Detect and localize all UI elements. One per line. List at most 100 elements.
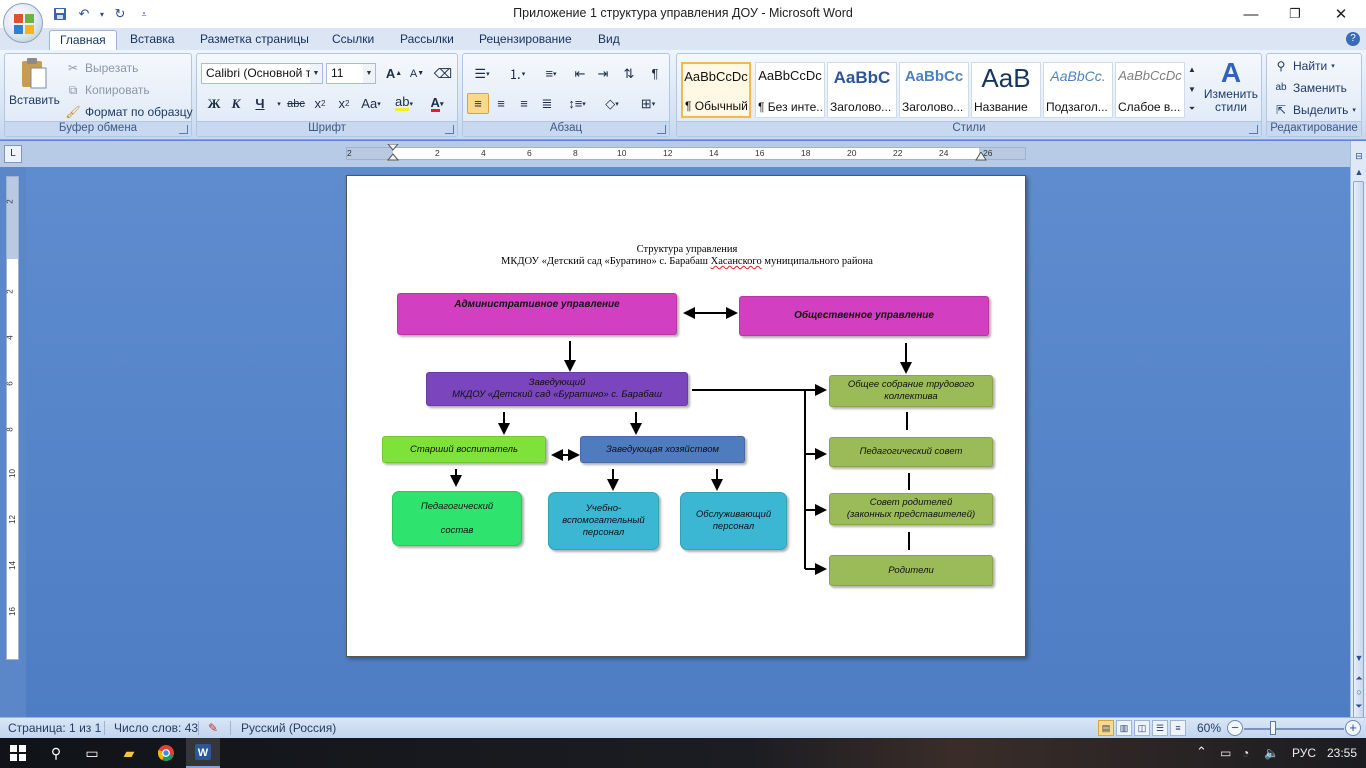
next-page-icon[interactable]: ⏷ <box>1352 699 1366 713</box>
decrease-indent-icon[interactable]: ⇤ <box>569 63 591 84</box>
italic-icon[interactable]: К <box>225 93 247 114</box>
change-styles-button[interactable]: A Изменить стили <box>1201 58 1261 114</box>
clear-formatting-icon[interactable]: ⌫ <box>432 63 454 84</box>
align-center-icon[interactable]: ≡ <box>490 93 512 114</box>
tab-page-layout[interactable]: Разметка страницы <box>190 30 319 50</box>
show-hidden-icons-icon[interactable]: ⌃ <box>1196 744 1207 760</box>
wifi-icon[interactable]: ◔ <box>1242 746 1249 760</box>
office-button[interactable] <box>3 3 43 43</box>
tab-mailings[interactable]: Рассылки <box>390 30 464 50</box>
zoom-slider[interactable] <box>1244 728 1344 730</box>
web-layout-icon[interactable]: ◫ <box>1134 720 1150 736</box>
strikethrough-icon[interactable]: abc <box>285 93 307 114</box>
multilevel-list-icon[interactable]: ≡ ▾ <box>536 63 566 84</box>
show-marks-icon[interactable]: ¶ <box>644 63 666 84</box>
restore-button[interactable]: ❐ <box>1272 0 1318 28</box>
sort-icon[interactable]: ⇅ <box>618 63 640 84</box>
font-name-dropdown-icon[interactable]: ▼ <box>310 64 322 83</box>
numbering-icon[interactable]: ⒈ ▾ <box>502 63 532 84</box>
bullets-icon[interactable]: ☰ ▾ <box>467 63 497 84</box>
volume-icon[interactable]: 🔈 <box>1264 746 1279 760</box>
bold-icon[interactable]: Ж <box>203 93 225 114</box>
style-title[interactable]: AaB Название <box>971 62 1041 118</box>
paste-button[interactable]: Вставить <box>9 57 60 107</box>
align-left-icon[interactable]: ≡ <box>467 93 489 114</box>
indent-marker-icon[interactable] <box>387 144 399 164</box>
format-painter-button[interactable]: 🖌 Формат по образцу <box>65 104 192 120</box>
zoom-level[interactable]: 60% <box>1197 721 1221 735</box>
file-explorer-icon[interactable]: ▰ <box>112 738 146 768</box>
shading-icon[interactable]: ◇ ▾ <box>597 93 627 114</box>
subscript-icon[interactable]: x2 <box>309 93 331 114</box>
tab-insert[interactable]: Вставка <box>120 30 185 50</box>
style-heading-1[interactable]: AaBbC Заголово... <box>827 62 897 118</box>
superscript-icon[interactable]: x2 <box>333 93 355 114</box>
search-icon[interactable]: ⚲ <box>38 738 74 768</box>
find-button[interactable]: ⚲ Найти ▾ <box>1273 58 1335 74</box>
outline-view-icon[interactable]: ☰ <box>1152 720 1168 736</box>
proofing-icon[interactable]: ✎ <box>208 721 218 735</box>
input-language[interactable]: РУС <box>1292 746 1316 760</box>
right-indent-marker-icon[interactable] <box>975 152 987 162</box>
word-count[interactable]: Число слов: 43 <box>114 721 198 735</box>
paragraph-launcher-icon[interactable] <box>657 125 666 134</box>
style-heading-2[interactable]: AaBbCc Заголово... <box>899 62 969 118</box>
language-indicator[interactable]: Русский (Россия) <box>241 721 336 735</box>
tab-review[interactable]: Рецензирование <box>469 30 582 50</box>
style-no-spacing[interactable]: AaBbCcDc ¶ Без инте... <box>755 62 825 118</box>
font-color-icon[interactable]: A ▾ <box>423 93 451 114</box>
styles-more-icon[interactable]: ⏷ <box>1186 100 1198 118</box>
scroll-up-icon[interactable]: ▲ <box>1352 165 1366 179</box>
font-size-dropdown-icon[interactable]: ▼ <box>363 64 375 83</box>
styles-scroll-up-icon[interactable]: ▲ <box>1186 60 1198 78</box>
chrome-icon[interactable] <box>148 738 184 768</box>
styles-scroll-down-icon[interactable]: ▼ <box>1186 80 1198 98</box>
select-button[interactable]: ⇱ Выделить ▾ <box>1273 102 1356 118</box>
shrink-font-icon[interactable]: A ▼ <box>406 63 428 84</box>
vertical-scrollbar[interactable]: ⊟ ▲ ▼ ⏶ ○ ⏷ <box>1350 141 1366 768</box>
page-count[interactable]: Страница: 1 из 1 <box>8 721 101 735</box>
draft-view-icon[interactable]: ≡ <box>1170 720 1186 736</box>
start-button[interactable] <box>0 738 36 768</box>
task-view-icon[interactable]: ▭ <box>74 738 110 768</box>
tab-view[interactable]: Вид <box>588 30 630 50</box>
replace-button[interactable]: ab Заменить <box>1273 80 1347 96</box>
scroll-down-icon[interactable]: ▼ <box>1352 651 1366 665</box>
previous-page-icon[interactable]: ⏶ <box>1352 671 1366 685</box>
style-normal[interactable]: AaBbCcDc ¶ Обычный <box>681 62 751 118</box>
vertical-ruler[interactable]: 2 2 4 6 8 10 12 14 16 <box>6 176 19 660</box>
tab-home[interactable]: Главная <box>49 30 117 50</box>
zoom-out-icon[interactable]: − <box>1227 720 1243 736</box>
print-layout-view-icon[interactable]: ▤ <box>1098 720 1114 736</box>
word-taskbar-icon[interactable]: W <box>186 738 220 768</box>
tab-selector-icon[interactable]: L <box>4 145 22 163</box>
select-browse-object-icon[interactable]: ○ <box>1352 685 1366 699</box>
clipboard-launcher-icon[interactable] <box>179 125 188 134</box>
tab-references[interactable]: Ссылки <box>322 30 384 50</box>
highlight-icon[interactable]: ab ▾ <box>390 93 418 114</box>
grow-font-icon[interactable]: A ▲ <box>383 63 405 84</box>
horizontal-ruler[interactable]: 2 2 4 6 8 10 12 14 16 18 20 22 24 26 <box>346 144 1026 162</box>
close-button[interactable]: ✕ <box>1318 0 1364 28</box>
font-launcher-icon[interactable] <box>445 125 454 134</box>
justify-icon[interactable]: ≣ <box>536 93 558 114</box>
full-screen-reading-icon[interactable]: ▥ <box>1116 720 1132 736</box>
document-page[interactable]: Структура управления МКДОУ «Детский сад … <box>346 175 1026 657</box>
increase-indent-icon[interactable]: ⇥ <box>592 63 614 84</box>
change-case-icon[interactable]: Aa ▾ <box>357 93 385 114</box>
clock[interactable]: 23:55 <box>1327 746 1357 760</box>
zoom-slider-thumb[interactable] <box>1270 721 1276 735</box>
view-ruler-icon[interactable]: ⊟ <box>1352 149 1366 163</box>
help-icon[interactable]: ? <box>1346 32 1360 46</box>
network-icon[interactable]: ▭ <box>1220 746 1231 760</box>
minimize-button[interactable]: — <box>1228 0 1274 28</box>
style-subtle-emphasis[interactable]: AaBbCcDc Слабое в... <box>1115 62 1185 118</box>
font-size-combo[interactable]: 11 ▼ <box>326 63 376 84</box>
align-right-icon[interactable]: ≡ <box>513 93 535 114</box>
styles-launcher-icon[interactable] <box>1249 125 1258 134</box>
line-spacing-icon[interactable]: ↕≡ ▾ <box>563 93 591 114</box>
zoom-in-icon[interactable]: + <box>1345 720 1361 736</box>
borders-icon[interactable]: ⊞ ▾ <box>633 93 663 114</box>
font-name-combo[interactable]: Calibri (Основной те ▼ <box>201 63 323 84</box>
style-subtitle[interactable]: AaBbCc. Подзагол... <box>1043 62 1113 118</box>
